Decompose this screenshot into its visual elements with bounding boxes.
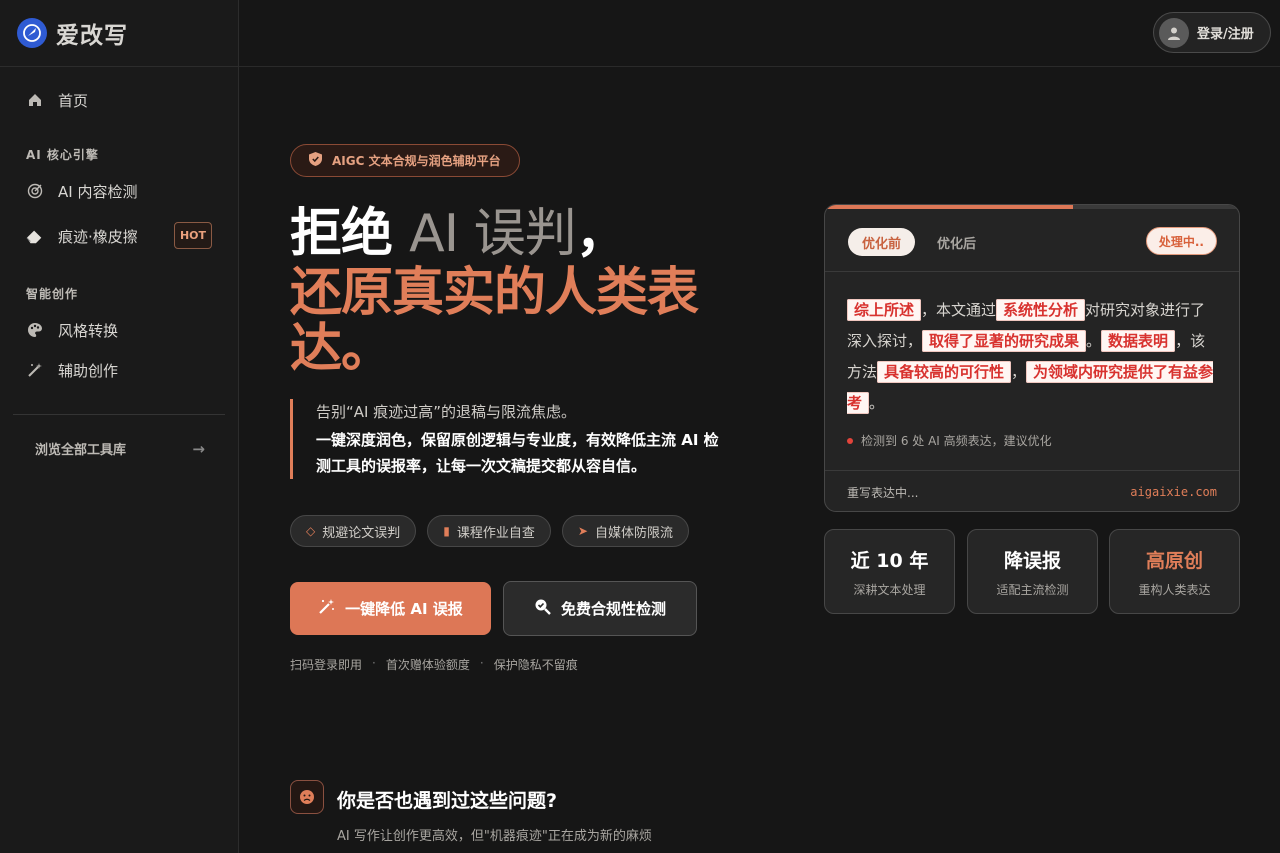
face-icon bbox=[290, 780, 324, 814]
home-icon bbox=[26, 91, 44, 109]
browse-all-tools-link[interactable]: 浏览全部工具库 → bbox=[35, 439, 205, 459]
login-label: 登录/注册 bbox=[1197, 27, 1254, 42]
problem-section-subtitle: AI 写作让创作更高效，但"机器痕迹"正在成为新的麻烦 bbox=[337, 829, 652, 844]
detection-note-text: 检测到 6 处 AI 高频表达，建议优化 bbox=[861, 434, 1052, 448]
rewrite-demo-card: 优化前 优化后 处理中.. 综上所述 ，本文通过 系统性分析 对研究对象进行了深入探讨… bbox=[824, 204, 1240, 512]
sidebar-divider bbox=[13, 414, 225, 415]
topbar: 登录/注册 bbox=[239, 0, 1280, 67]
sidebar-item-style-convert[interactable]: 风格转换 bbox=[26, 318, 118, 342]
status-badge: 处理中.. bbox=[1145, 227, 1217, 255]
footnote-item: 保护隐私不留痕 bbox=[493, 658, 578, 672]
sidebar-item-trace-eraser[interactable]: 痕迹·橡皮擦 bbox=[26, 224, 138, 248]
stat-card-false-positive: 降误报 适配主流检测 bbox=[967, 529, 1098, 614]
stat-card-originality: 高原创 重构人类表达 bbox=[1109, 529, 1240, 614]
browse-all-label: 浏览全部工具库 bbox=[35, 443, 127, 458]
stat-title: 高原创 bbox=[1145, 549, 1203, 572]
sidebar-item-label: 首页 bbox=[58, 91, 89, 110]
search-check-icon bbox=[534, 598, 551, 619]
sidebar: 爱改写 首页 AI 核心引擎 AI 内容检测 痕迹·橡皮擦 HOT 智能创作 风… bbox=[0, 0, 239, 853]
hero-title-white: 拒绝 bbox=[290, 204, 393, 264]
plain-text: ，本文通过 bbox=[921, 301, 997, 319]
sidebar-item-label: 辅助创作 bbox=[58, 361, 119, 380]
hero-title-orange: 还原真实的人类表达。 bbox=[290, 263, 699, 379]
rewrite-status: 重写表达中... bbox=[847, 485, 919, 500]
free-compliance-check-button[interactable]: 免费合规性检测 bbox=[503, 581, 697, 636]
card-header: 优化前 优化后 处理中.. bbox=[825, 209, 1239, 272]
magic-wand-icon bbox=[26, 361, 44, 379]
hero-title-gray: AI 误判 bbox=[409, 204, 576, 264]
tag-label: 课程作业自查 bbox=[456, 525, 535, 541]
hero-lead-line-2: 一键深度润色，保留原创逻辑与专业度，有效降低主流 AI 检测工具的误报率，让每一… bbox=[316, 431, 719, 475]
arrow-right-icon: → bbox=[192, 439, 205, 458]
ai-phrase-highlight: 系统性分析 bbox=[996, 299, 1086, 321]
primary-button-label: 一键降低 AI 误报 bbox=[345, 600, 463, 618]
user-icon bbox=[1159, 17, 1189, 48]
wand-icon bbox=[318, 598, 335, 619]
ai-phrase-highlight: 取得了显著的研究成果 bbox=[922, 330, 1087, 352]
hero-title-comma: ， bbox=[575, 204, 628, 264]
plain-text: ， bbox=[1011, 363, 1027, 381]
sidebar-item-home[interactable]: 首页 bbox=[26, 88, 88, 112]
ai-phrase-highlight: 综上所述 bbox=[847, 299, 922, 321]
footnote-item: 首次赠体验额度 bbox=[385, 658, 470, 672]
stat-title: 降误报 bbox=[1003, 549, 1061, 572]
alert-dot-icon bbox=[847, 437, 853, 444]
plain-text: 。 bbox=[1086, 332, 1102, 350]
footnote-separator: · bbox=[372, 656, 376, 670]
stat-subtitle: 适配主流检测 bbox=[996, 582, 1069, 597]
problem-section-title: 你是否也遇到过这些问题? bbox=[337, 790, 558, 812]
hero-lead: 告别“AI 痕迹过高”的退稿与限流焦虑。 一键深度润色，保留原创逻辑与专业度，有… bbox=[290, 399, 730, 479]
tab-before[interactable]: 优化前 bbox=[848, 228, 916, 256]
tag-media[interactable]: ➤ 自媒体防限流 bbox=[561, 515, 689, 547]
stat-title: 近 10 年 bbox=[850, 549, 929, 572]
site-domain: aigaixie.com bbox=[1130, 485, 1217, 499]
tag-label: 自媒体防限流 bbox=[594, 525, 673, 541]
target-icon bbox=[26, 182, 44, 200]
rocket-icon: ➤ bbox=[577, 524, 588, 538]
sidebar-item-label: 痕迹·橡皮擦 bbox=[58, 227, 138, 246]
secondary-button-label: 免费合规性检测 bbox=[560, 600, 666, 618]
sidebar-item-assist-create[interactable]: 辅助创作 bbox=[26, 358, 118, 382]
hot-badge: HOT bbox=[174, 222, 212, 249]
stat-card-years: 近 10 年 深耕文本处理 bbox=[824, 529, 955, 614]
sidebar-item-label: 风格转换 bbox=[58, 321, 119, 340]
sidebar-section-create: 智能创作 bbox=[26, 287, 79, 301]
brand-name: 爱改写 bbox=[56, 23, 128, 49]
sidebar-item-label: AI 内容检测 bbox=[58, 182, 138, 201]
card-footer: 重写表达中... aigaixie.com bbox=[825, 470, 1239, 511]
shield-icon bbox=[309, 152, 322, 169]
platform-badge-label: AIGC 文本合规与润色辅助平台 bbox=[332, 154, 501, 168]
notebook-icon: ▮ bbox=[443, 524, 450, 538]
tag-homework[interactable]: ▮ 课程作业自查 bbox=[427, 515, 551, 547]
ai-phrase-highlight: 具备较高的可行性 bbox=[877, 361, 1012, 383]
brand[interactable]: 爱改写 bbox=[0, 0, 238, 67]
eraser-icon bbox=[26, 227, 44, 245]
reduce-ai-false-positive-button[interactable]: 一键降低 AI 误报 bbox=[290, 582, 491, 635]
tag-label: 规避论文误判 bbox=[322, 525, 401, 541]
ai-phrase-highlight: 数据表明 bbox=[1101, 330, 1176, 352]
login-register-button[interactable]: 登录/注册 bbox=[1153, 12, 1271, 53]
stat-subtitle: 深耕文本处理 bbox=[853, 582, 926, 597]
plain-text: 。 bbox=[869, 394, 885, 412]
sidebar-item-ai-detect[interactable]: AI 内容检测 bbox=[26, 179, 137, 203]
sidebar-section-ai: AI 核心引擎 bbox=[26, 148, 99, 162]
hero-lead-line-1: 告别“AI 痕迹过高”的退稿与限流焦虑。 bbox=[316, 403, 576, 421]
footnote-separator: · bbox=[479, 656, 484, 670]
palette-icon bbox=[26, 321, 44, 339]
platform-badge: AIGC 文本合规与润色辅助平台 bbox=[290, 144, 520, 177]
footnote-item: 扫码登录即用 bbox=[290, 658, 363, 672]
tag-thesis[interactable]: ◇ 规避论文误判 bbox=[290, 515, 417, 547]
hero-title: 拒绝 AI 误判， 还原真实的人类表达。 bbox=[290, 203, 750, 377]
stat-subtitle: 重构人类表达 bbox=[1138, 582, 1211, 597]
tab-after[interactable]: 优化后 bbox=[937, 233, 976, 252]
logo-icon bbox=[17, 18, 47, 48]
hero-footnote: 扫码登录即用 · 首次赠体验额度 · 保护隐私不留痕 bbox=[290, 656, 578, 673]
detection-note: 检测到 6 处 AI 高频表达，建议优化 bbox=[847, 432, 1052, 449]
use-case-tags: ◇ 规避论文误判 ▮ 课程作业自查 ➤ 自媒体防限流 bbox=[290, 515, 689, 547]
sample-text: 综上所述 ，本文通过 系统性分析 对研究对象进行了深入探讨， 取得了显著的研究成果。数据… bbox=[847, 295, 1217, 419]
books-icon: ◇ bbox=[306, 524, 316, 538]
